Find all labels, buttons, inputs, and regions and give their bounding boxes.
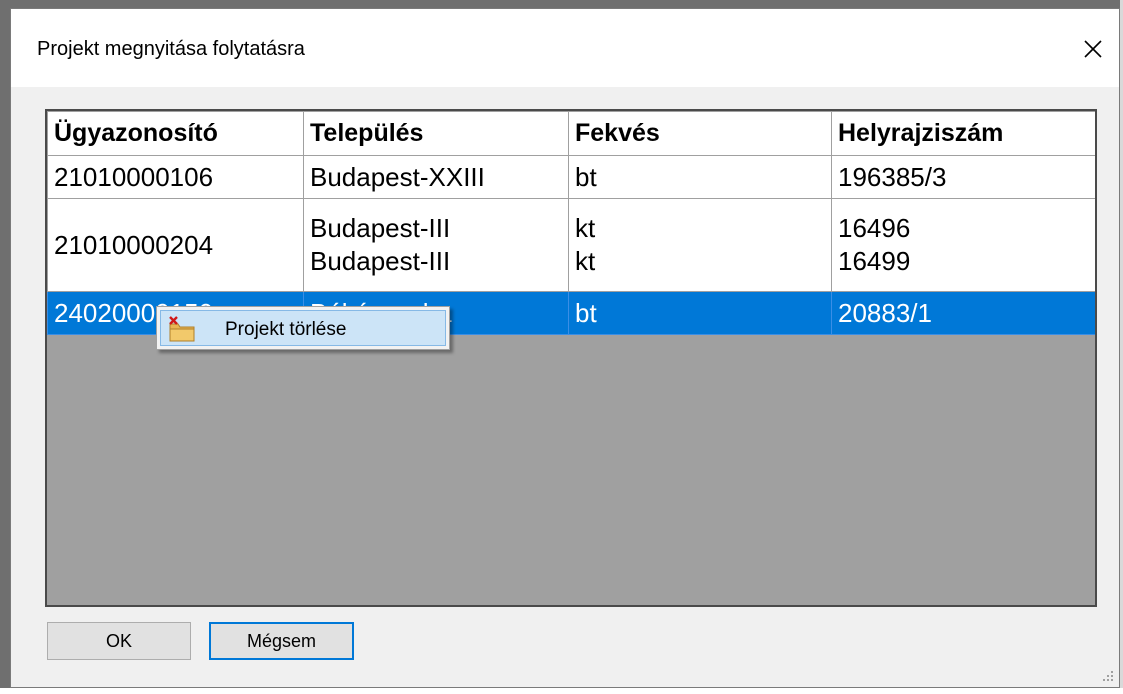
cell-fekves[interactable]: bt [568,155,832,199]
outer-frame-top [0,0,1123,8]
project-grid[interactable]: Ügyazonosító Település Fekvés Helyrajzis… [45,109,1097,607]
delete-project-icon [169,316,195,342]
title-bar[interactable]: Projekt megnyitása folytatásra [11,9,1119,87]
cell-line: kt [575,246,596,276]
column-header-fekves[interactable]: Fekvés [568,111,832,156]
cancel-button[interactable]: Mégsem [209,622,354,660]
cell-line: 16499 [838,246,911,276]
column-header-helyrajziszam[interactable]: Helyrajziszám [831,111,1095,156]
dialog-title: Projekt megnyitása folytatásra [37,38,305,60]
context-menu: Projekt törlése [156,306,450,350]
cell-telepules[interactable]: Budapest-III Budapest-III [303,198,569,292]
cell-line: Budapest-III [310,246,451,276]
resize-grip-icon[interactable] [1101,669,1115,683]
header-row: Ügyazonosító Település Fekvés Helyrajzis… [47,111,1095,156]
cell-helyrajziszam[interactable]: 16496 16499 [831,198,1095,292]
cell-line: Budapest-III [310,213,451,243]
ok-button[interactable]: OK [47,622,191,660]
column-header-telepules[interactable]: Település [303,111,569,156]
cell-line: 16496 [838,213,911,243]
column-header-ugyazonosito[interactable]: Ügyazonosító [47,111,304,156]
context-menu-item-label: Projekt törlése [225,319,347,340]
cell-helyrajziszam[interactable]: 196385/3 [831,155,1095,199]
table-row[interactable]: 21010000106 Budapest-XXIII bt 196385/3 [47,155,1095,199]
cell-fekves[interactable]: kt kt [568,198,832,292]
close-button[interactable] [1073,29,1113,69]
cell-helyrajziszam[interactable]: 20883/1 [831,291,1095,335]
close-icon [1084,40,1102,58]
context-menu-item-delete-project[interactable]: Projekt törlése [160,310,446,346]
table-row[interactable]: 21010000204 Budapest-III Budapest-III kt… [47,198,1095,292]
cell-fekves[interactable]: bt [568,291,832,335]
cell-ugyazonosito[interactable]: 21010000204 [47,198,304,292]
outer-frame-left [0,0,10,694]
cell-line: kt [575,213,596,243]
cell-telepules[interactable]: Budapest-XXIII [303,155,569,199]
outer-frame-bottom [0,688,1123,694]
project-table: Ügyazonosító Település Fekvés Helyrajzis… [47,111,1095,335]
cell-ugyazonosito[interactable]: 21010000106 [47,155,304,199]
